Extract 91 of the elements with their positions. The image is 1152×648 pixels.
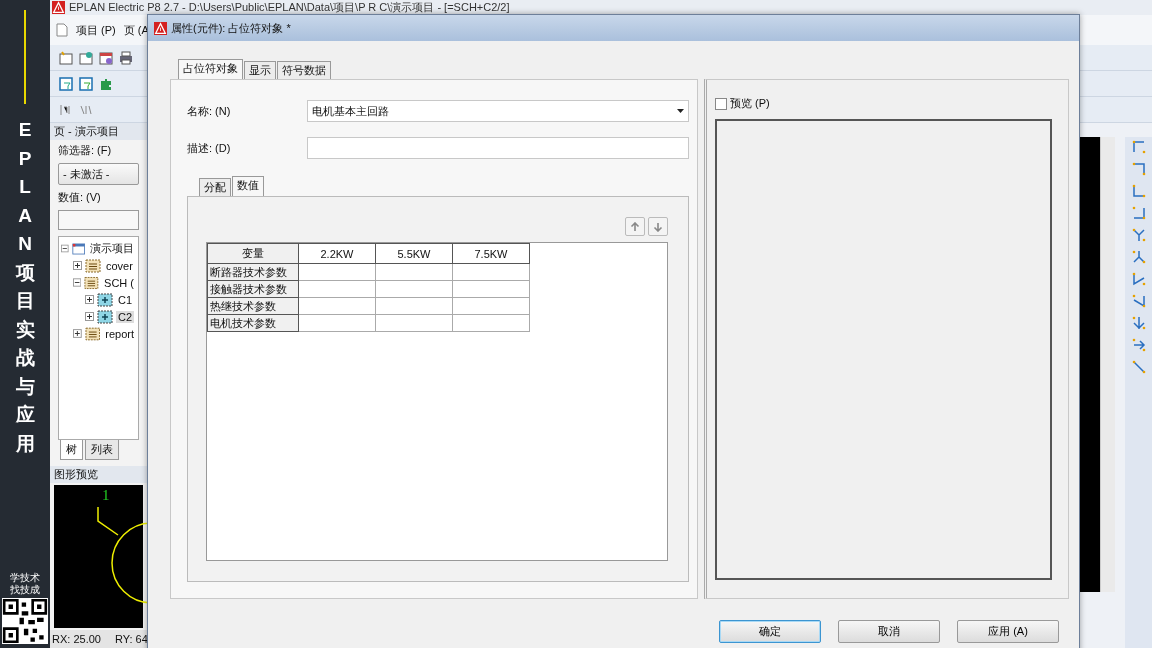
- table-cell[interactable]: [452, 263, 530, 281]
- project-icon: [71, 240, 85, 257]
- table-cell[interactable]: [298, 263, 376, 281]
- slogan-text: 学技术: [9, 572, 41, 584]
- open-page-icon[interactable]: [78, 49, 94, 66]
- page-list-icon: [85, 257, 101, 274]
- connection-symbol-icon[interactable]: [1130, 205, 1147, 221]
- table-cell[interactable]: [375, 314, 453, 332]
- column-header: 2.2KW: [298, 243, 376, 264]
- collapse-icon[interactable]: [73, 278, 82, 287]
- sub-tab[interactable]: 数值: [232, 176, 264, 196]
- qr-code-icon: [2, 598, 48, 644]
- table-cell[interactable]: [298, 280, 376, 298]
- connection-symbol-icon[interactable]: [1130, 249, 1147, 265]
- value-field[interactable]: [58, 210, 139, 230]
- panel-title: 页 - 演示项目: [50, 123, 147, 140]
- filter-dropdown[interactable]: - 未激活 -: [58, 163, 139, 185]
- filter-list-icon[interactable]: [78, 75, 94, 92]
- move-down-button[interactable]: [648, 217, 668, 236]
- arrow-down-icon: [653, 221, 663, 232]
- table-cell[interactable]: [298, 314, 376, 332]
- tree-item[interactable]: report: [103, 327, 136, 340]
- move-up-button[interactable]: [625, 217, 645, 236]
- connection-symbol-icon[interactable]: [1130, 183, 1147, 199]
- connection-symbol-icon[interactable]: [1130, 161, 1147, 177]
- table-cell[interactable]: [375, 280, 453, 298]
- table-cell[interactable]: [375, 297, 453, 315]
- panel-tab[interactable]: 列表: [85, 440, 119, 460]
- scrollbar[interactable]: [1100, 137, 1115, 592]
- page-icon: [97, 291, 113, 308]
- table-cell[interactable]: [298, 297, 376, 315]
- dialog-tab[interactable]: 显示: [244, 61, 276, 79]
- status-text: RX: 25.00: [52, 633, 101, 645]
- column-header: 5.5KW: [375, 243, 453, 264]
- course-title: EPLAN项目实战与应用: [15, 118, 35, 456]
- preview-label: 预览 (P): [730, 96, 770, 111]
- collapse-icon[interactable]: [61, 244, 69, 253]
- table-cell[interactable]: [452, 314, 530, 332]
- document-icon: [56, 23, 68, 37]
- dialog-button[interactable]: 确定: [719, 620, 821, 643]
- connection-number: 1: [102, 487, 110, 504]
- app-logo-icon: [154, 21, 167, 35]
- column-header: 7.5KW: [452, 243, 530, 264]
- connection-symbol-icon[interactable]: [1130, 359, 1147, 375]
- filter-label: 筛选器: (F): [57, 143, 113, 158]
- expand-icon[interactable]: [73, 261, 82, 270]
- page-icon: [97, 308, 113, 325]
- arrow-up-icon: [630, 221, 640, 232]
- tree-item[interactable]: C2: [116, 310, 135, 323]
- name-label: 名称: (N): [187, 103, 232, 119]
- table-cell[interactable]: [375, 263, 453, 281]
- connection-symbol-icon[interactable]: [1130, 227, 1147, 243]
- name-dropdown[interactable]: 电机基本主回路: [307, 100, 689, 122]
- page-list-icon: [84, 325, 101, 342]
- table-cell[interactable]: [452, 280, 530, 298]
- window-title: EPLAN Electric P8 2.7 - D:\Users\Public\EPLAN\Data\项目\P R C\演示项目 - [=SCH+C2/2]: [69, 0, 510, 15]
- connection-symbol-icon[interactable]: [1130, 337, 1147, 353]
- tree-item[interactable]: cover: [104, 259, 135, 272]
- dialog-tab[interactable]: 符号数据: [277, 61, 331, 79]
- tree-item[interactable]: SCH (: [102, 276, 136, 289]
- connection-symbol-icon[interactable]: [1130, 139, 1147, 155]
- expand-icon[interactable]: [85, 312, 94, 321]
- new-page-icon[interactable]: [58, 49, 74, 66]
- expand-icon[interactable]: [85, 295, 94, 304]
- caret-icon: [677, 109, 684, 113]
- description-field[interactable]: [307, 137, 689, 159]
- dialog-tab[interactable]: 占位符对象: [178, 59, 243, 79]
- dialog-button[interactable]: 取消: [838, 620, 940, 643]
- tree-item[interactable]: C1: [116, 293, 135, 306]
- expand-icon[interactable]: [73, 329, 82, 338]
- tree-item[interactable]: 演示项目: [88, 241, 136, 256]
- page-settings-icon[interactable]: [98, 49, 114, 66]
- print-icon[interactable]: [118, 49, 134, 66]
- slogan-text: 找技成: [9, 584, 41, 596]
- table-cell[interactable]: [452, 297, 530, 315]
- filter-page-icon[interactable]: [58, 75, 74, 92]
- connection-symbol-icon[interactable]: [1130, 271, 1147, 287]
- panel-tab[interactable]: 树: [60, 440, 83, 460]
- preview-checkbox[interactable]: [715, 97, 727, 110]
- connection-symbol-icon[interactable]: [1130, 293, 1147, 309]
- dialog-title: 属性(元件): 占位符对象 *: [171, 20, 291, 36]
- menu-item[interactable]: 项目 (P): [76, 22, 116, 38]
- sub-tab[interactable]: 分配: [199, 178, 231, 196]
- connection-symbol-icon[interactable]: [1130, 315, 1147, 331]
- page-list-icon: [84, 274, 100, 291]
- dialog-button[interactable]: 应用 (A): [957, 620, 1059, 643]
- column-header: 变量: [207, 243, 299, 264]
- value-label: 数值: (V): [57, 190, 102, 205]
- description-label: 描述: (D): [187, 140, 232, 156]
- panel-title: 图形预览: [50, 466, 147, 483]
- status-text: RY: 64: [114, 633, 148, 645]
